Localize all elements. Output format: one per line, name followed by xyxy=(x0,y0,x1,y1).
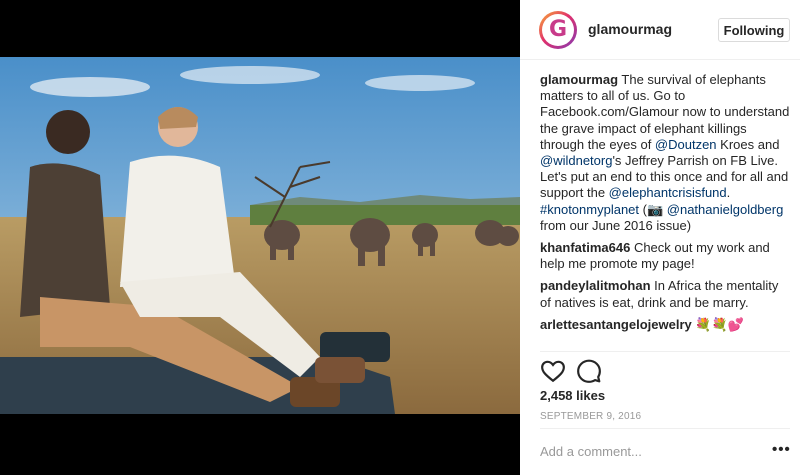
avatar[interactable]: G xyxy=(539,11,577,49)
heart-icon[interactable] xyxy=(540,358,566,384)
comments-list[interactable]: glamourmag The survival of elephants mat… xyxy=(540,72,790,350)
caption: glamourmag The survival of elephants mat… xyxy=(540,72,790,234)
post-photo[interactable] xyxy=(0,57,520,414)
comment-item: arlettesantangelojewelry 💐💐💕 xyxy=(540,317,790,333)
divider xyxy=(540,351,790,352)
mention-nathanielgoldberg[interactable]: @nathanielgoldberg xyxy=(667,202,784,217)
more-options-button[interactable]: ••• xyxy=(772,442,791,457)
post-username[interactable]: glamourmag xyxy=(588,21,672,37)
safari-photo-illustration xyxy=(0,57,520,414)
avatar-logo-letter: G xyxy=(548,17,568,42)
comment-username[interactable]: arlettesantangelojewelry xyxy=(540,317,692,332)
caption-text-10: from our June 2016 issue) xyxy=(540,217,692,233)
avatar-inner: G xyxy=(542,14,574,46)
mention-doutzen[interactable]: @Doutzen xyxy=(655,137,717,152)
caption-text-8: (📷 xyxy=(639,201,667,217)
likes-count[interactable]: 2,458 likes xyxy=(540,388,605,403)
add-comment-input[interactable] xyxy=(540,444,760,459)
comment-username[interactable]: pandeylalitmohan xyxy=(540,278,651,293)
comment-username[interactable]: khanfatima646 xyxy=(540,240,630,255)
comment-item: khanfatima646 Check out my work and help… xyxy=(540,240,790,272)
caption-text-6: . xyxy=(726,185,731,201)
following-button[interactable]: Following xyxy=(718,18,790,42)
divider xyxy=(540,428,790,429)
post-date[interactable]: SEPTEMBER 9, 2016 xyxy=(540,411,641,422)
instagram-post-modal: G glamourmag Following glamourmag The su… xyxy=(0,0,800,475)
post-media xyxy=(0,0,520,475)
comment-icon[interactable] xyxy=(576,358,602,384)
caption-username[interactable]: glamourmag xyxy=(540,72,618,87)
hashtag-knotonmyplanet[interactable]: #knotonmyplanet xyxy=(540,202,639,217)
comment-text: 💐💐💕 xyxy=(691,316,744,332)
post-header: G glamourmag Following xyxy=(520,0,800,60)
comments-fade xyxy=(540,340,790,350)
caption-text-2: Kroes and xyxy=(716,136,780,152)
post-sidebar: G glamourmag Following glamourmag The su… xyxy=(520,0,800,475)
comment-item: pandeylalitmohan In Africa the mentality… xyxy=(540,278,790,310)
mention-elephantcrisisfund[interactable]: @elephantcrisisfund xyxy=(609,185,727,200)
mention-wildnetorg[interactable]: @wildnetorg xyxy=(540,153,612,168)
